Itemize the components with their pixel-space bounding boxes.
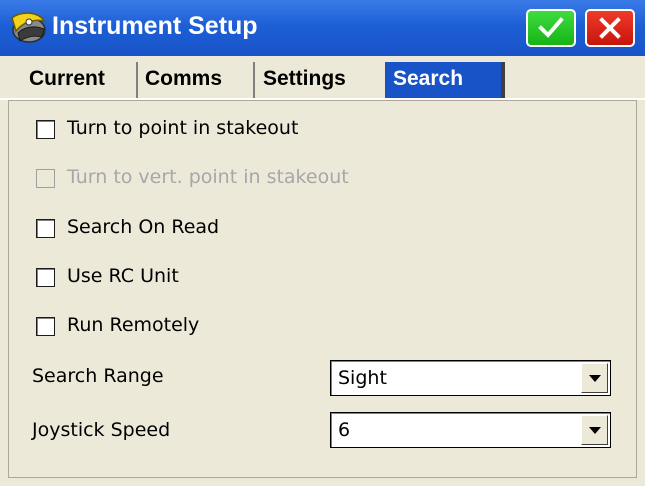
search-range-value: Sight [338,367,387,389]
window-title: Instrument Setup [52,12,258,40]
search-range-dropdown-button[interactable] [581,363,608,393]
joystick-speed-label: Joystick Speed [32,419,171,441]
search-on-read-label: Search On Read [67,216,220,238]
search-on-read-checkbox[interactable] [36,219,55,238]
tab-settings-label: Settings [263,67,346,90]
tab-separator [136,62,138,98]
turn-to-vert-point-option: Turn to vert. point in stakeout [36,166,426,192]
tab-active-edge [501,62,505,100]
use-rc-unit-label: Use RC Unit [67,265,179,287]
turn-to-vert-point-label: Turn to vert. point in stakeout [67,166,349,188]
chevron-down-icon [589,427,601,434]
search-range-label: Search Range [32,365,164,387]
search-range-dropdown[interactable]: Sight [330,360,611,396]
close-x-icon [599,17,621,39]
tab-separator [253,62,255,98]
checkmark-icon [538,17,564,38]
close-button[interactable] [585,9,635,47]
turn-to-point-label: Turn to point in stakeout [67,117,299,139]
run-remotely-option[interactable]: Run Remotely [36,314,246,340]
turn-to-point-checkbox[interactable] [36,120,55,139]
chevron-down-icon [589,375,601,382]
joystick-speed-value: 6 [338,419,351,441]
satellite-dish-icon [11,12,46,43]
use-rc-unit-option[interactable]: Use RC Unit [36,265,226,291]
tab-comms[interactable]: Comms [140,62,252,98]
tab-search[interactable]: Search [385,62,501,98]
joystick-speed-dropdown-button[interactable] [581,415,608,445]
run-remotely-checkbox[interactable] [36,317,55,336]
ok-button[interactable] [526,9,576,47]
turn-to-point-option[interactable]: Turn to point in stakeout [36,117,366,143]
tab-search-label: Search [393,67,464,90]
search-on-read-option[interactable]: Search On Read [36,216,276,242]
run-remotely-label: Run Remotely [67,314,200,336]
joystick-speed-dropdown[interactable]: 6 [330,412,611,448]
instrument-setup-window: Instrument Setup Current Comms Settings … [0,0,645,486]
turn-to-vert-point-checkbox [36,169,55,188]
title-bar: Instrument Setup [0,0,645,56]
tab-settings[interactable]: Settings [258,62,384,98]
use-rc-unit-checkbox[interactable] [36,268,55,287]
tab-comms-label: Comms [145,67,223,90]
tab-current-label: Current [29,67,105,90]
tab-current[interactable]: Current [24,62,136,98]
